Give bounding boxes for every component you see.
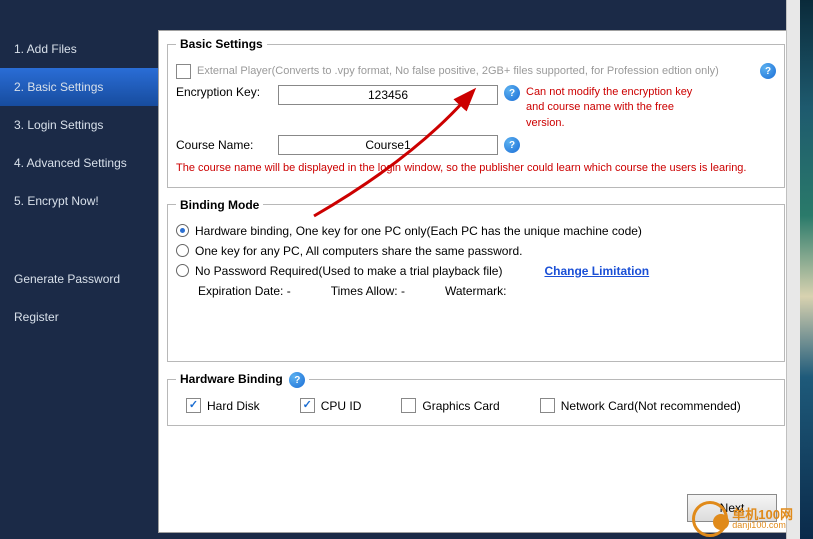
times-allow: Times Allow: - bbox=[331, 284, 405, 298]
external-player-checkbox[interactable] bbox=[176, 64, 191, 79]
sidebar: 1. Add Files 2. Basic Settings 3. Login … bbox=[0, 0, 158, 539]
key-warning: Can not modify the encryption key and co… bbox=[526, 85, 706, 131]
help-icon[interactable]: ? bbox=[289, 372, 305, 388]
annotation-arrow-icon bbox=[289, 81, 489, 231]
sidebar-item-basic-settings[interactable]: 2. Basic Settings bbox=[0, 68, 158, 106]
radio-one-key-any[interactable] bbox=[176, 244, 189, 257]
sidebar-item-register[interactable]: Register bbox=[0, 298, 158, 336]
gpu-label: Graphics Card bbox=[422, 399, 499, 413]
radio-one-key-label: One key for any PC, All computers share … bbox=[195, 244, 522, 258]
decorative-strip bbox=[800, 0, 813, 539]
sidebar-item-add-files[interactable]: 1. Add Files bbox=[0, 30, 158, 68]
cpu-label: CPU ID bbox=[321, 399, 362, 413]
help-icon[interactable]: ? bbox=[760, 63, 776, 79]
hardware-binding-group: Hardware Binding ? Hard Disk CPU ID Grap… bbox=[167, 372, 785, 427]
cpu-checkbox[interactable] bbox=[300, 398, 315, 413]
sidebar-item-encrypt-now[interactable]: 5. Encrypt Now! bbox=[0, 182, 158, 220]
watermark: 单机100网 danji100.com bbox=[692, 501, 793, 537]
sidebar-item-login-settings[interactable]: 3. Login Settings bbox=[0, 106, 158, 144]
binding-mode-title: Binding Mode bbox=[176, 198, 263, 212]
scrollbar[interactable] bbox=[786, 0, 800, 539]
radio-no-password-label: No Password Required(Used to make a tria… bbox=[195, 264, 502, 278]
radio-hardware-binding[interactable] bbox=[176, 224, 189, 237]
net-checkbox[interactable] bbox=[540, 398, 555, 413]
main-panel: Basic Settings External Player(Converts … bbox=[158, 30, 794, 533]
sidebar-item-generate-password[interactable]: Generate Password bbox=[0, 260, 158, 298]
hd-checkbox[interactable] bbox=[186, 398, 201, 413]
net-label: Network Card(Not recommended) bbox=[561, 399, 741, 413]
help-icon[interactable]: ? bbox=[504, 85, 520, 101]
external-player-label: External Player(Converts to .vpy format,… bbox=[197, 65, 754, 77]
help-icon[interactable]: ? bbox=[504, 137, 520, 153]
watermark-label: Watermark: bbox=[445, 284, 507, 298]
hd-label: Hard Disk bbox=[207, 399, 260, 413]
radio-no-password[interactable] bbox=[176, 264, 189, 277]
gpu-checkbox[interactable] bbox=[401, 398, 416, 413]
watermark-logo-icon bbox=[692, 501, 728, 537]
expiration-date: Expiration Date: - bbox=[198, 284, 291, 298]
sidebar-item-advanced-settings[interactable]: 4. Advanced Settings bbox=[0, 144, 158, 182]
hardware-binding-title: Hardware Binding ? bbox=[176, 372, 309, 389]
change-limitation-link[interactable]: Change Limitation bbox=[544, 264, 649, 278]
encryption-key-label: Encryption Key: bbox=[176, 85, 272, 99]
basic-settings-title: Basic Settings bbox=[176, 37, 267, 51]
watermark-url: danji100.com bbox=[732, 521, 793, 530]
course-name-label: Course Name: bbox=[176, 138, 272, 152]
